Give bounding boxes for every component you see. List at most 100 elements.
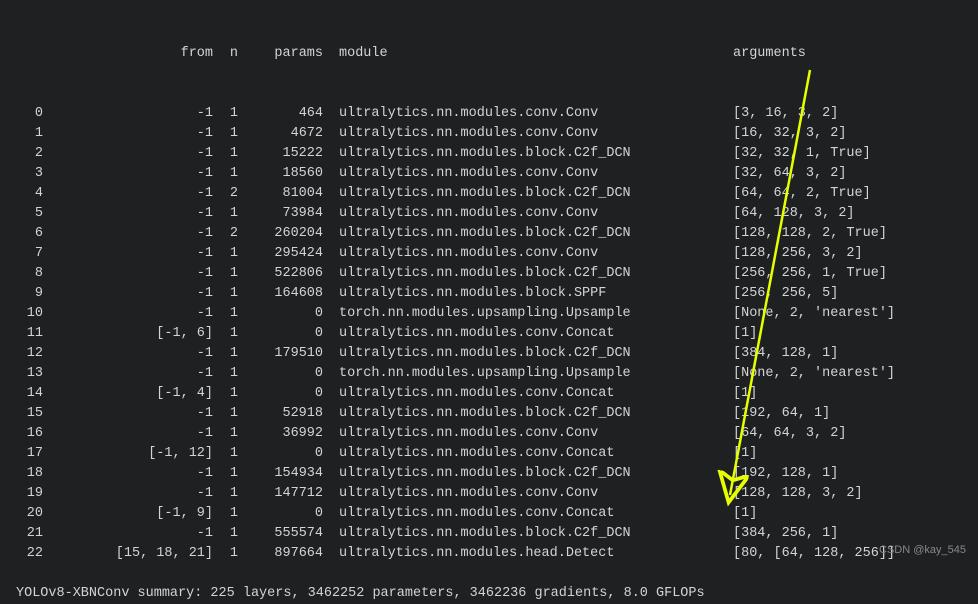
cell-idx: 17 <box>8 444 43 464</box>
cell-module: ultralytics.nn.modules.conv.Conv <box>323 204 733 224</box>
watermark: CSDN @kay_545 <box>879 540 966 560</box>
cell-module: ultralytics.nn.modules.block.C2f_DCN <box>323 344 733 364</box>
header-n: n <box>213 44 238 64</box>
cell-params: 164608 <box>238 284 323 304</box>
cell-idx: 10 <box>8 304 43 324</box>
cell-idx: 20 <box>8 504 43 524</box>
cell-idx: 0 <box>8 104 43 124</box>
cell-from: [-1, 12] <box>43 444 213 464</box>
table-row: 4-1281004ultralytics.nn.modules.block.C2… <box>8 184 970 204</box>
cell-idx: 21 <box>8 524 43 544</box>
cell-n: 1 <box>213 384 238 404</box>
table-row: 6-12260204ultralytics.nn.modules.block.C… <box>8 224 970 244</box>
cell-params: 52918 <box>238 404 323 424</box>
header-arguments: arguments <box>733 44 970 64</box>
cell-idx: 14 <box>8 384 43 404</box>
cell-params: 0 <box>238 324 323 344</box>
cell-idx: 3 <box>8 164 43 184</box>
table-row: 13-110torch.nn.modules.upsampling.Upsamp… <box>8 364 970 384</box>
cell-args: [128, 256, 3, 2] <box>733 244 970 264</box>
cell-n: 1 <box>213 344 238 364</box>
cell-idx: 9 <box>8 284 43 304</box>
cell-params: 522806 <box>238 264 323 284</box>
cell-from: -1 <box>43 264 213 284</box>
cell-from: -1 <box>43 284 213 304</box>
cell-module: ultralytics.nn.modules.conv.Conv <box>323 124 733 144</box>
cell-idx: 4 <box>8 184 43 204</box>
cell-module: ultralytics.nn.modules.block.C2f_DCN <box>323 404 733 424</box>
cell-from: -1 <box>43 144 213 164</box>
cell-from: -1 <box>43 204 213 224</box>
cell-params: 15222 <box>238 144 323 164</box>
cell-from: -1 <box>43 464 213 484</box>
cell-args: [64, 64, 3, 2] <box>733 424 970 444</box>
cell-from: -1 <box>43 104 213 124</box>
cell-args: [16, 32, 3, 2] <box>733 124 970 144</box>
table-row: 10-110torch.nn.modules.upsampling.Upsamp… <box>8 304 970 324</box>
table-row: 18-11154934ultralytics.nn.modules.block.… <box>8 464 970 484</box>
cell-idx: 11 <box>8 324 43 344</box>
cell-from: -1 <box>43 404 213 424</box>
cell-args: [1] <box>733 504 970 524</box>
model-summary-line: YOLOv8-XBNConv summary: 225 layers, 3462… <box>8 584 970 604</box>
cell-args: [128, 128, 2, True] <box>733 224 970 244</box>
cell-n: 2 <box>213 224 238 244</box>
cell-module: ultralytics.nn.modules.conv.Conv <box>323 424 733 444</box>
cell-from: -1 <box>43 344 213 364</box>
cell-n: 1 <box>213 164 238 184</box>
cell-idx: 22 <box>8 544 43 564</box>
cell-module: ultralytics.nn.modules.conv.Concat <box>323 384 733 404</box>
table-row: 8-11522806ultralytics.nn.modules.block.C… <box>8 264 970 284</box>
cell-params: 73984 <box>238 204 323 224</box>
cell-params: 0 <box>238 444 323 464</box>
cell-idx: 6 <box>8 224 43 244</box>
model-summary-table: from n params module arguments 0-11464ul… <box>8 4 970 584</box>
cell-n: 2 <box>213 184 238 204</box>
cell-args: [192, 128, 1] <box>733 464 970 484</box>
cell-from: -1 <box>43 484 213 504</box>
cell-params: 36992 <box>238 424 323 444</box>
table-row: 3-1118560ultralytics.nn.modules.conv.Con… <box>8 164 970 184</box>
table-row: 0-11464ultralytics.nn.modules.conv.Conv[… <box>8 104 970 124</box>
cell-module: ultralytics.nn.modules.block.C2f_DCN <box>323 224 733 244</box>
cell-args: [256, 256, 1, True] <box>733 264 970 284</box>
cell-params: 555574 <box>238 524 323 544</box>
cell-module: ultralytics.nn.modules.block.C2f_DCN <box>323 144 733 164</box>
cell-n: 1 <box>213 244 238 264</box>
cell-idx: 12 <box>8 344 43 364</box>
table-row: 17[-1, 12]10ultralytics.nn.modules.conv.… <box>8 444 970 464</box>
cell-params: 179510 <box>238 344 323 364</box>
cell-idx: 8 <box>8 264 43 284</box>
cell-from: [15, 18, 21] <box>43 544 213 564</box>
cell-params: 0 <box>238 364 323 384</box>
cell-n: 1 <box>213 524 238 544</box>
cell-n: 1 <box>213 104 238 124</box>
cell-n: 1 <box>213 504 238 524</box>
cell-from: -1 <box>43 364 213 384</box>
cell-module: ultralytics.nn.modules.conv.Conv <box>323 244 733 264</box>
cell-params: 0 <box>238 504 323 524</box>
cell-args: [32, 32, 1, True] <box>733 144 970 164</box>
table-row: 21-11555574ultralytics.nn.modules.block.… <box>8 524 970 544</box>
cell-n: 1 <box>213 544 238 564</box>
cell-args: [32, 64, 3, 2] <box>733 164 970 184</box>
cell-module: torch.nn.modules.upsampling.Upsample <box>323 304 733 324</box>
cell-params: 260204 <box>238 224 323 244</box>
cell-idx: 5 <box>8 204 43 224</box>
cell-args: [None, 2, 'nearest'] <box>733 304 970 324</box>
cell-args: [None, 2, 'nearest'] <box>733 364 970 384</box>
cell-n: 1 <box>213 204 238 224</box>
cell-n: 1 <box>213 364 238 384</box>
cell-args: [1] <box>733 384 970 404</box>
cell-n: 1 <box>213 404 238 424</box>
cell-idx: 13 <box>8 364 43 384</box>
cell-idx: 16 <box>8 424 43 444</box>
cell-n: 1 <box>213 324 238 344</box>
cell-n: 1 <box>213 444 238 464</box>
cell-n: 1 <box>213 124 238 144</box>
header-module: module <box>323 44 733 64</box>
header-from: from <box>43 44 213 64</box>
cell-args: [1] <box>733 444 970 464</box>
cell-module: ultralytics.nn.modules.conv.Conv <box>323 164 733 184</box>
cell-module: ultralytics.nn.modules.conv.Concat <box>323 444 733 464</box>
